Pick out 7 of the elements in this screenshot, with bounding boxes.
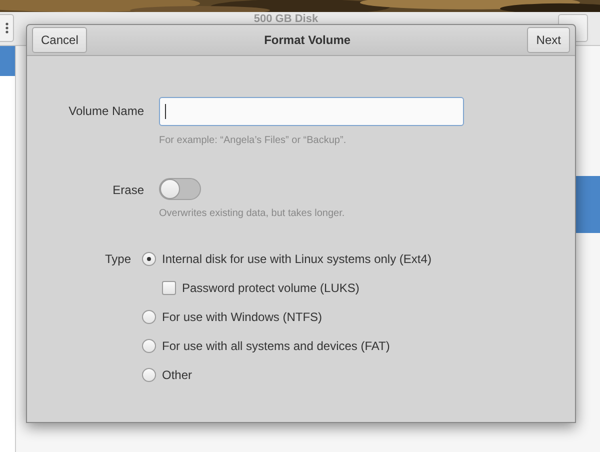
field-label: Type (104, 251, 132, 268)
field-label: Erase (112, 182, 145, 199)
hint-text: For example: “Angela’s Files” or “Backup”. (159, 135, 346, 146)
hint-text: Overwrites existing data, but takes longer. (159, 208, 345, 219)
dialog-title: Format Volume (264, 33, 351, 47)
window-title: 500 GB Disk (254, 13, 318, 25)
field-label: Volume Name (68, 103, 145, 120)
